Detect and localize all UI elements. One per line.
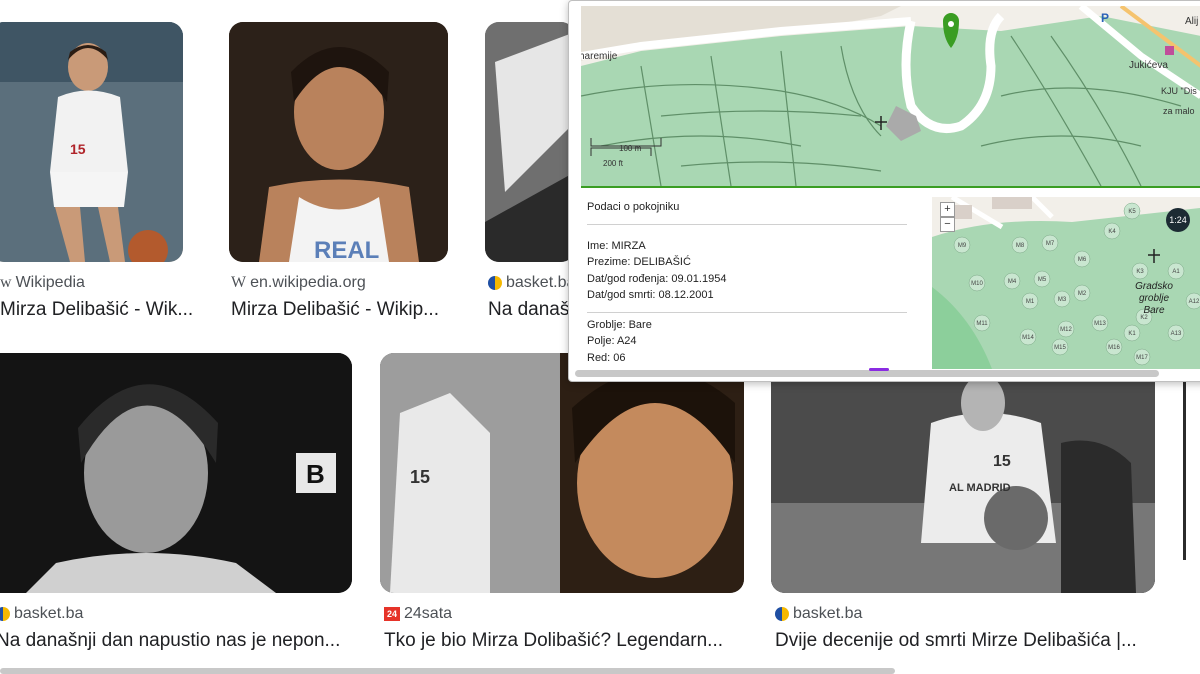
wikipedia-icon: w [0, 274, 12, 291]
24sata-icon: 24 [384, 607, 400, 621]
cemetery-label: Gradsko [1135, 281, 1173, 292]
grave-row: Red: 06 [587, 351, 626, 364]
result-source-2[interactable]: Wen.wikipedia.org [231, 274, 366, 292]
svg-text:M6: M6 [1078, 257, 1087, 263]
player-portrait: REAL [229, 22, 448, 262]
svg-text:M13: M13 [1094, 321, 1106, 327]
svg-text:A12: A12 [1189, 299, 1200, 305]
collage-photo: 15 [380, 353, 744, 593]
street-label: Alij [1185, 16, 1198, 27]
cemetery-map: P Alij haremije Jukićeva KJU "Dis za mal… [581, 6, 1200, 186]
cemetery-label: groblje [1139, 293, 1169, 304]
deceased-info-panel: Podaci o pokojniku Ime: MIRZA Prezime: D… [587, 201, 907, 368]
svg-text:M8: M8 [1016, 243, 1025, 249]
bw-portrait: B [0, 353, 352, 593]
divider [587, 223, 907, 225]
poi-label: za malo [1163, 106, 1195, 116]
background-letter: B [306, 459, 325, 489]
svg-text:M5: M5 [1038, 277, 1047, 283]
parking-label: P [1101, 11, 1109, 25]
result-title-3[interactable]: Na današ [488, 299, 568, 321]
basket-ba-icon [0, 607, 10, 621]
game-photo [485, 22, 575, 262]
cemetery-label: Bare [1143, 305, 1165, 316]
divider [587, 311, 907, 313]
result-image-6[interactable]: 15 AL MADRID [771, 353, 1155, 593]
result-title-1[interactable]: Mirza Delibašić - Wik... [0, 299, 200, 321]
svg-text:M14: M14 [1022, 335, 1034, 341]
svg-text:M9: M9 [958, 243, 967, 249]
svg-text:M16: M16 [1108, 345, 1120, 351]
svg-text:A13: A13 [1171, 331, 1182, 337]
result-source-6[interactable]: basket.ba [775, 605, 862, 623]
result-image-1[interactable]: 15 [0, 22, 183, 262]
svg-text:M15: M15 [1054, 345, 1066, 351]
scroll-indicator [869, 368, 889, 371]
result-image-4[interactable]: B [0, 353, 352, 593]
poi-label: KJU "Dis [1161, 86, 1197, 96]
zoom-out-button[interactable]: − [940, 217, 955, 232]
result-source-4[interactable]: basket.ba [0, 605, 83, 623]
first-name: Ime: MIRZA [587, 239, 646, 252]
basket-ba-icon [775, 607, 789, 621]
jersey-number: 15 [70, 141, 86, 157]
wikipedia-icon: W [231, 274, 247, 291]
svg-text:M12: M12 [1060, 327, 1072, 333]
birth-date: Dat/god rođenja: 09.01.1954 [587, 272, 727, 285]
last-name: Prezime: DELIBAŠIĆ [587, 256, 691, 268]
result-title-5[interactable]: Tko je bio Mirza Dolibašić? Legendarn... [384, 630, 744, 652]
svg-text:M11: M11 [976, 321, 988, 327]
info-heading: Podaci o pokojniku [587, 201, 680, 213]
grave-info-popup[interactable]: P Alij haremije Jukićeva KJU "Dis za mal… [568, 0, 1200, 382]
svg-text:M10: M10 [971, 281, 983, 287]
svg-text:K4: K4 [1108, 229, 1116, 235]
jersey-text: REAL [314, 237, 379, 262]
svg-text:K5: K5 [1128, 209, 1136, 215]
svg-text:100 m: 100 m [619, 144, 642, 153]
result-source-1[interactable]: w Wikipedia [0, 274, 85, 292]
cemetery-plot-map: K5 K4 M9 M8 M7 M6 M5 M10 M4 M3 M2 M1 K3 … [932, 197, 1200, 369]
popup-scrollbar[interactable] [575, 370, 1159, 377]
svg-text:K1: K1 [1128, 331, 1136, 337]
page-right-divider [1183, 380, 1186, 560]
detail-map[interactable]: K5 K4 M9 M8 M7 M6 M5 M10 M4 M3 M2 M1 K3 … [932, 197, 1200, 369]
jersey-text: AL MADRID [949, 482, 1011, 494]
game-action-photo: 15 AL MADRID [771, 353, 1155, 593]
result-image-2[interactable]: REAL [229, 22, 448, 262]
jersey-number: 15 [410, 467, 430, 487]
result-title-6[interactable]: Dvije decenije od smrti Mirze Delibašića… [775, 630, 1155, 652]
svg-text:M7: M7 [1046, 241, 1055, 247]
result-title-4[interactable]: Na današnji dan napustio nas je nepon... [0, 630, 356, 652]
street-label: Jukićeva [1129, 60, 1168, 71]
player-photo: 15 [0, 22, 183, 262]
svg-text:A1: A1 [1172, 269, 1180, 275]
street-label: haremije [581, 51, 618, 62]
svg-text:M4: M4 [1008, 279, 1017, 285]
zoom-in-button[interactable]: + [940, 202, 955, 217]
death-date: Dat/god smrti: 08.12.2001 [587, 289, 714, 301]
svg-text:K3: K3 [1136, 269, 1144, 275]
overview-map[interactable]: P Alij haremije Jukićeva KJU "Dis za mal… [581, 6, 1200, 188]
basket-ba-icon [488, 276, 502, 290]
result-source-5[interactable]: 24 24sata [384, 605, 452, 623]
svg-text:200 ft: 200 ft [603, 159, 624, 168]
field: Polje: A24 [587, 335, 637, 347]
result-image-3[interactable] [485, 22, 575, 262]
result-image-5[interactable]: 15 [380, 353, 744, 593]
svg-text:M17: M17 [1136, 355, 1148, 361]
result-source-3[interactable]: basket.ba [488, 274, 575, 292]
cemetery: Groblje: Bare [587, 318, 652, 331]
grave-location-badge[interactable]: 1:24 [1166, 208, 1190, 232]
svg-text:M1: M1 [1026, 299, 1035, 305]
page-horizontal-scrollbar[interactable] [0, 668, 895, 674]
result-title-2[interactable]: Mirza Delibašić - Wikip... [231, 299, 461, 321]
svg-text:M3: M3 [1058, 297, 1067, 303]
svg-text:M2: M2 [1078, 291, 1087, 297]
jersey-number: 15 [993, 453, 1011, 470]
